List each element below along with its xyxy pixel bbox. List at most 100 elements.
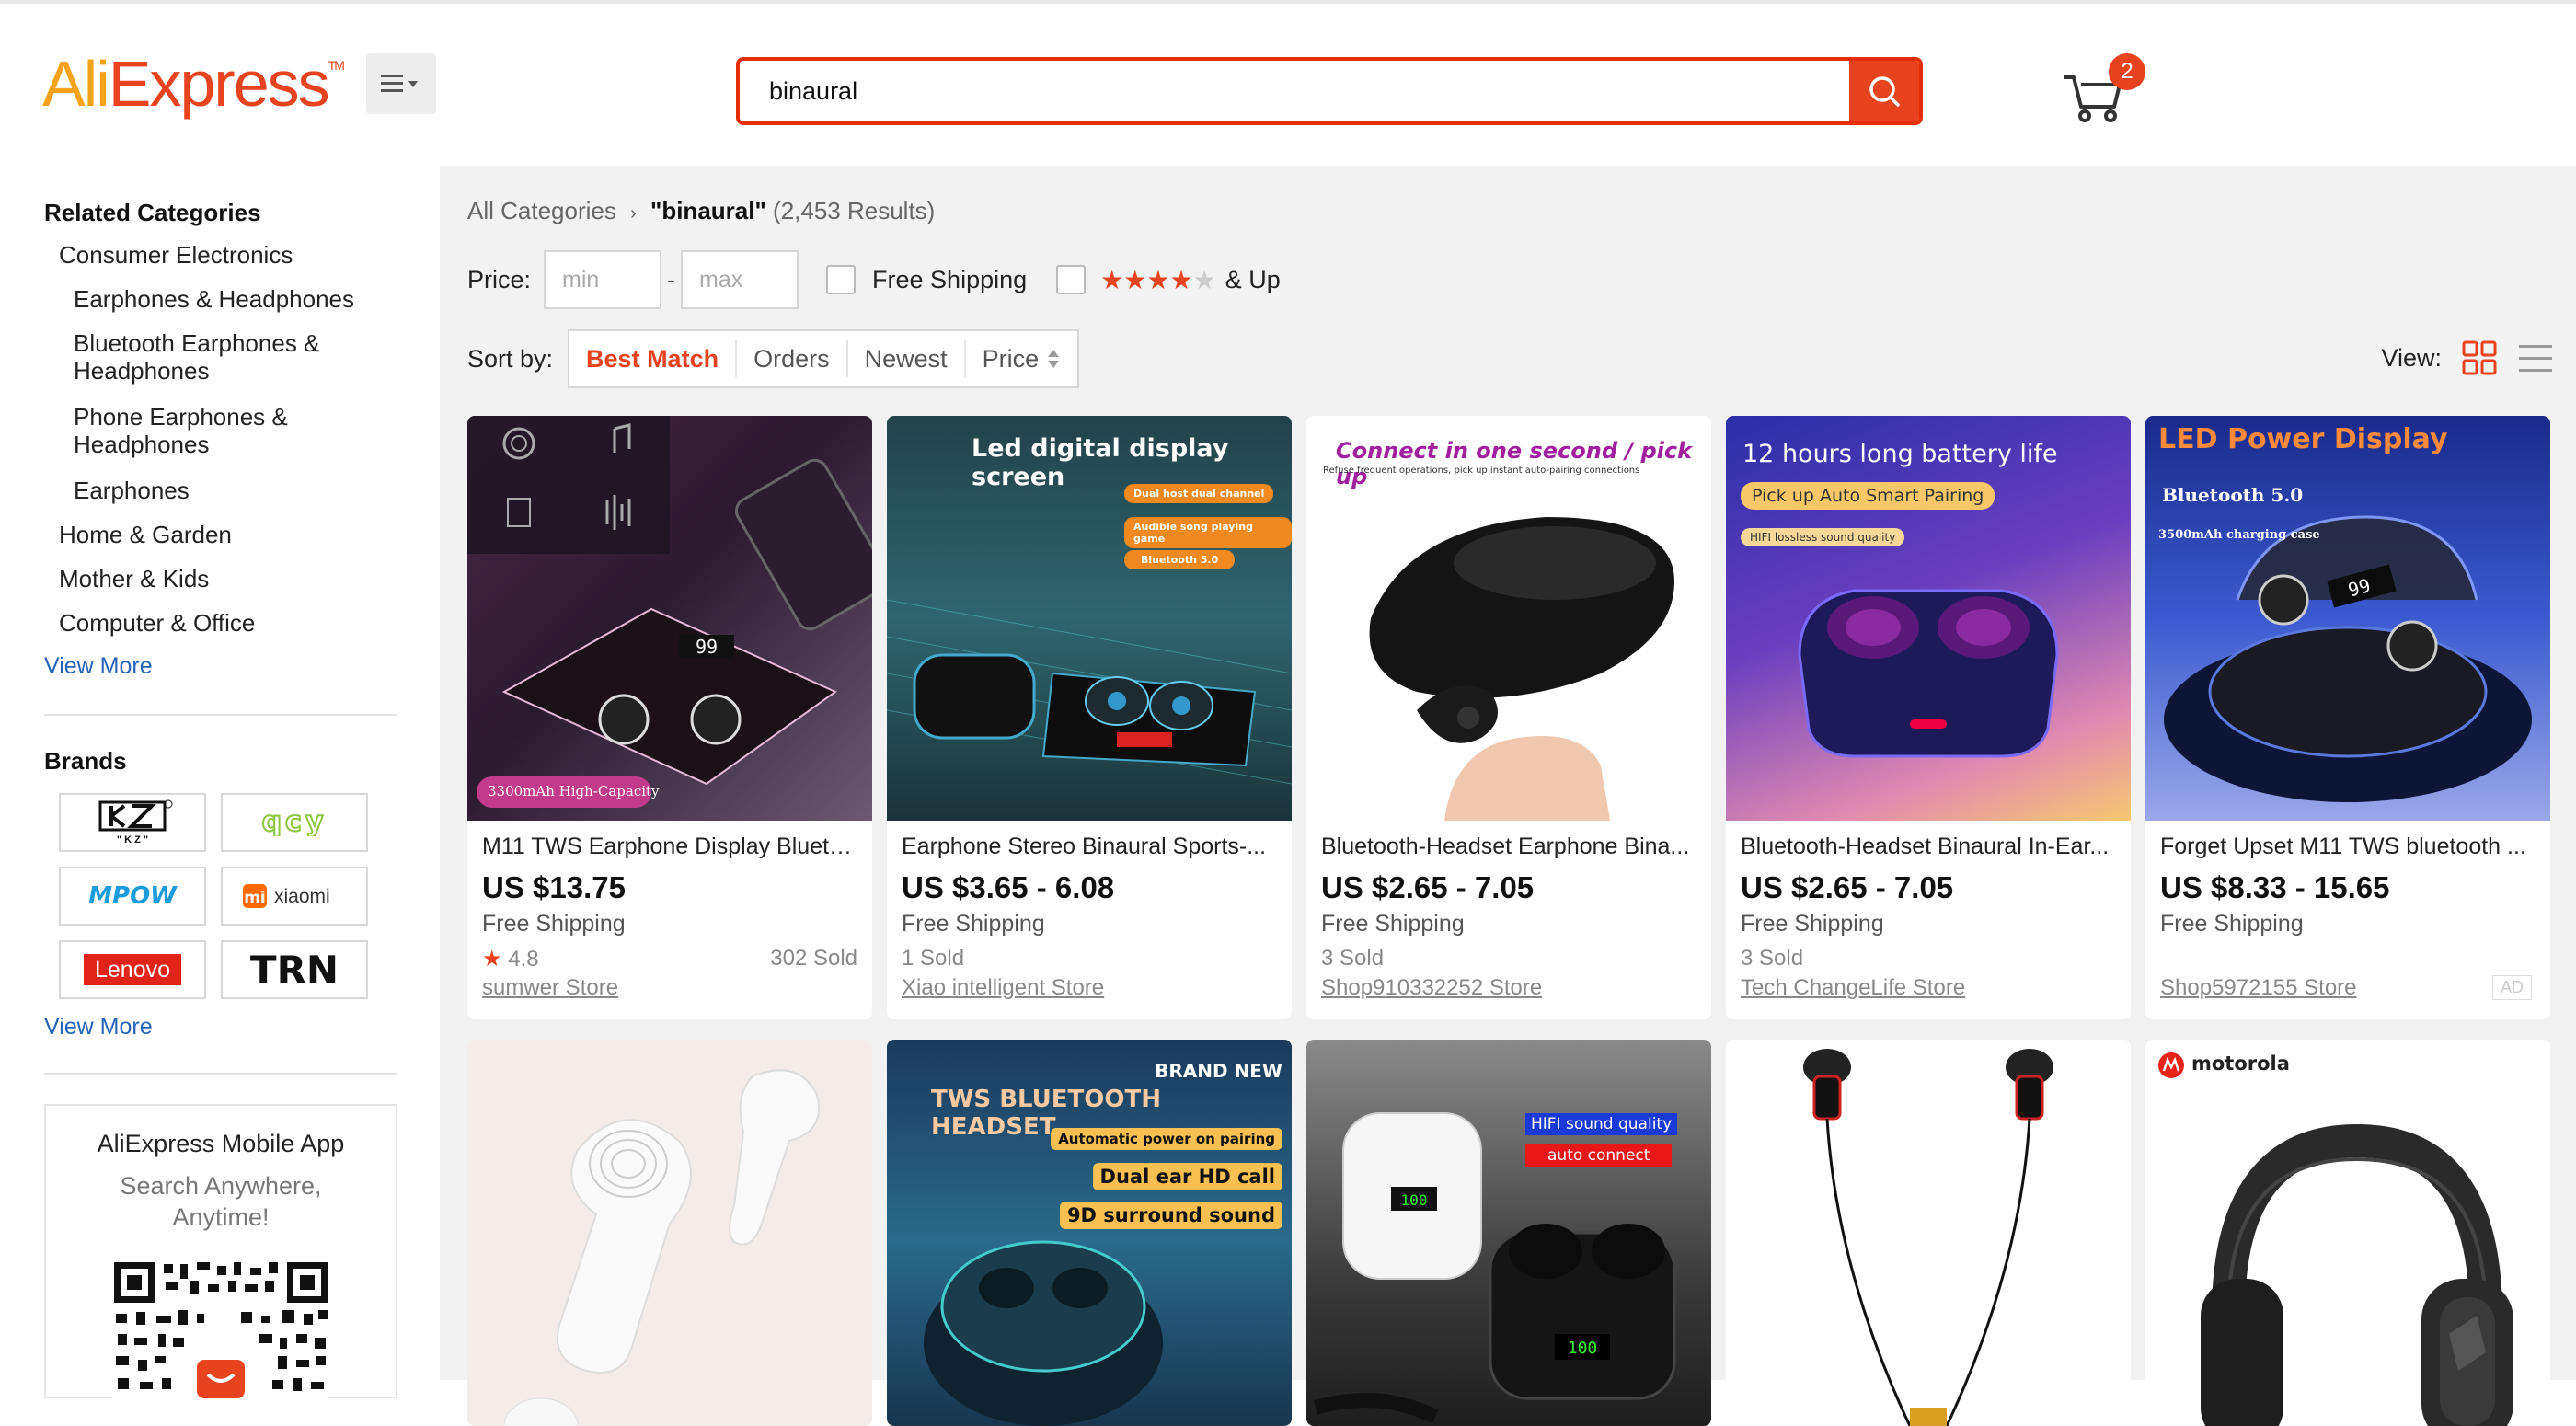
category-computer-office[interactable]: Computer & Office <box>59 609 255 637</box>
category-home-garden[interactable]: Home & Garden <box>59 521 232 548</box>
sort-best-match[interactable]: Best Match <box>569 340 735 377</box>
star-icon: ★ <box>1169 265 1193 294</box>
header: AliExpressTM 2 <box>0 4 2576 166</box>
product-card[interactable] <box>1726 1040 2131 1426</box>
brand-trn[interactable]: TRN <box>221 940 368 999</box>
view-label: View: <box>2381 343 2442 372</box>
product-image[interactable]: Connect in one second / pick up Refuse f… <box>1306 416 1711 821</box>
list-view-icon[interactable] <box>2517 340 2554 375</box>
search-icon <box>1869 76 1900 107</box>
rating-filter-checkbox[interactable] <box>1056 265 1087 294</box>
cart-button[interactable]: 2 <box>2061 53 2145 127</box>
product-card[interactable]: 12 hours long battery life Pick up Auto … <box>1726 416 2131 1019</box>
free-shipping-checkbox[interactable] <box>826 265 857 294</box>
search-input[interactable] <box>740 61 1849 121</box>
grid-view-icon[interactable] <box>2462 340 2497 375</box>
svg-text:xiaomi: xiaomi <box>274 886 330 907</box>
sort-orders[interactable]: Orders <box>735 340 846 377</box>
product-store-link[interactable]: sumwer Store <box>482 975 618 1001</box>
product-card[interactable]: 100 100 HIFI sound quality auto connect <box>1306 1040 1711 1426</box>
product-card[interactable]: 99 3300mAh High-Capacity M11 TWS Earphon… <box>467 416 872 1019</box>
sidebar: Related Categories Consumer Electronics … <box>0 166 440 1398</box>
product-card[interactable]: Connect in one second / pick up Refuse f… <box>1306 416 1711 1019</box>
product-store-link[interactable]: Xiao intelligent Store <box>902 975 1104 1001</box>
logo-tm: TM <box>328 58 345 73</box>
ad-badge: AD <box>2491 975 2532 1000</box>
product-image-caption: 3300mAh High-Capacity <box>488 783 660 799</box>
product-title[interactable]: M11 TWS Earphone Display Blueto... <box>482 834 859 860</box>
product-image-headline: Connect in one second / pick up <box>1336 438 1693 489</box>
categories-menu-button[interactable] <box>366 53 436 114</box>
product-store-link[interactable]: Shop5972155 Store <box>2160 975 2357 1001</box>
breadcrumb-all-categories[interactable]: All Categories <box>467 197 616 224</box>
category-bluetooth-earphones[interactable]: Bluetooth Earphones & <box>74 329 319 357</box>
category-phone-earphones-2[interactable]: Headphones <box>74 431 209 458</box>
product-rating-value: 4.8 <box>508 947 539 972</box>
chevron-right-icon: › <box>630 203 637 224</box>
brand-qcy[interactable]: qcy <box>221 793 368 852</box>
brand-kz[interactable]: " K Z " <box>59 793 206 852</box>
product-card[interactable]: Led digital display screen Dual host dua… <box>887 416 1292 1019</box>
trn-logo-icon: TRN <box>250 950 339 989</box>
brand-xiaomi[interactable]: mi xiaomi <box>221 867 368 926</box>
search-button[interactable] <box>1849 61 1919 121</box>
product-rating: ★ 4.8 <box>482 946 539 972</box>
product-shipping: Free Shipping <box>482 911 626 937</box>
product-image[interactable]: Led digital display screen Dual host dua… <box>887 416 1292 821</box>
brand-mpow[interactable]: MPOW <box>59 867 206 926</box>
product-card[interactable]: BRAND NEW TWS BLUETOOTH HEADSET Automati… <box>887 1040 1292 1426</box>
product-card[interactable]: 99 LED Power Display Bluetooth 5.0 3500m… <box>2145 416 2550 1019</box>
product-store-link[interactable]: Shop910332252 Store <box>1321 975 1542 1001</box>
headphones-image <box>2158 1052 2513 1426</box>
category-earphones-headphones[interactable]: Earphones & Headphones <box>74 285 354 313</box>
product-card[interactable] <box>467 1040 872 1426</box>
product-title[interactable]: Bluetooth-Headset Binaural In-Ear... <box>1741 834 2118 860</box>
product-image-tag: Dual host dual channel <box>1124 484 1274 503</box>
aliexpress-logo[interactable]: AliExpressTM <box>42 52 345 116</box>
product-image[interactable] <box>467 1040 872 1426</box>
product-image[interactable] <box>1726 1040 2131 1426</box>
category-bluetooth-earphones-2[interactable]: Headphones <box>74 357 209 385</box>
star-icon: ★ <box>1100 265 1124 294</box>
category-earphones[interactable]: Earphones <box>74 477 190 504</box>
product-image[interactable]: motorola <box>2145 1040 2550 1426</box>
price-min-input[interactable]: min <box>544 250 662 309</box>
sort-row: Sort by: Best Match Orders Newest Price <box>467 329 1080 388</box>
product-title[interactable]: Forget Upset M11 TWS bluetooth ... <box>2160 834 2537 860</box>
logo-ali: Ali <box>42 48 110 120</box>
svg-text:" K Z ": " K Z " <box>117 834 148 845</box>
product-image-tag: Bluetooth 5.0 <box>2162 484 2304 506</box>
product-store-link[interactable]: Tech ChangeLife Store <box>1741 975 1965 1001</box>
product-title[interactable]: Bluetooth-Headset Earphone Bina... <box>1321 834 1698 860</box>
view-more-brands-link[interactable]: View More <box>44 1014 153 1041</box>
product-card[interactable]: motorola <box>2145 1040 2550 1426</box>
product-price: US $13.75 <box>482 870 626 904</box>
app-subtitle-2: Anytime! <box>172 1203 270 1231</box>
product-image[interactable]: 99 LED Power Display Bluetooth 5.0 3500m… <box>2145 416 2550 821</box>
sort-price[interactable]: Price <box>963 340 1078 377</box>
price-label: Price: <box>467 265 532 293</box>
view-more-categories-link[interactable]: View More <box>44 653 153 680</box>
qr-code-icon[interactable] <box>112 1260 329 1398</box>
product-shipping: Free Shipping <box>1321 911 1465 937</box>
breadcrumb-count: (2,453 Results) <box>773 197 936 224</box>
product-image[interactable]: 100 100 HIFI sound quality auto connect <box>1306 1040 1711 1426</box>
product-image[interactable]: BRAND NEW TWS BLUETOOTH HEADSET Automati… <box>887 1040 1292 1426</box>
lenovo-logo-icon: Lenovo <box>84 954 181 985</box>
category-phone-earphones[interactable]: Phone Earphones & <box>74 403 288 431</box>
brand-lenovo[interactable]: Lenovo <box>59 940 206 999</box>
product-sold: 3 Sold <box>1321 946 1385 971</box>
star-icon: ★ <box>1123 265 1147 294</box>
category-mother-kids[interactable]: Mother & Kids <box>59 565 209 592</box>
breadcrumb-query: "binaural" <box>650 197 766 224</box>
sort-newest[interactable]: Newest <box>845 340 964 377</box>
product-image[interactable]: 12 hours long battery life Pick up Auto … <box>1726 416 2131 821</box>
category-consumer-electronics[interactable]: Consumer Electronics <box>59 241 293 269</box>
svg-text:99: 99 <box>696 636 718 658</box>
earbuds-case-image: 99 <box>467 416 872 808</box>
sort-arrows-icon <box>1048 350 1060 368</box>
rating-stars: ★★★★★ <box>1100 265 1216 295</box>
product-title[interactable]: Earphone Stereo Binaural Sports-... <box>902 834 1279 860</box>
product-image[interactable]: 99 3300mAh High-Capacity <box>467 416 872 821</box>
price-max-input[interactable]: max <box>681 250 799 309</box>
